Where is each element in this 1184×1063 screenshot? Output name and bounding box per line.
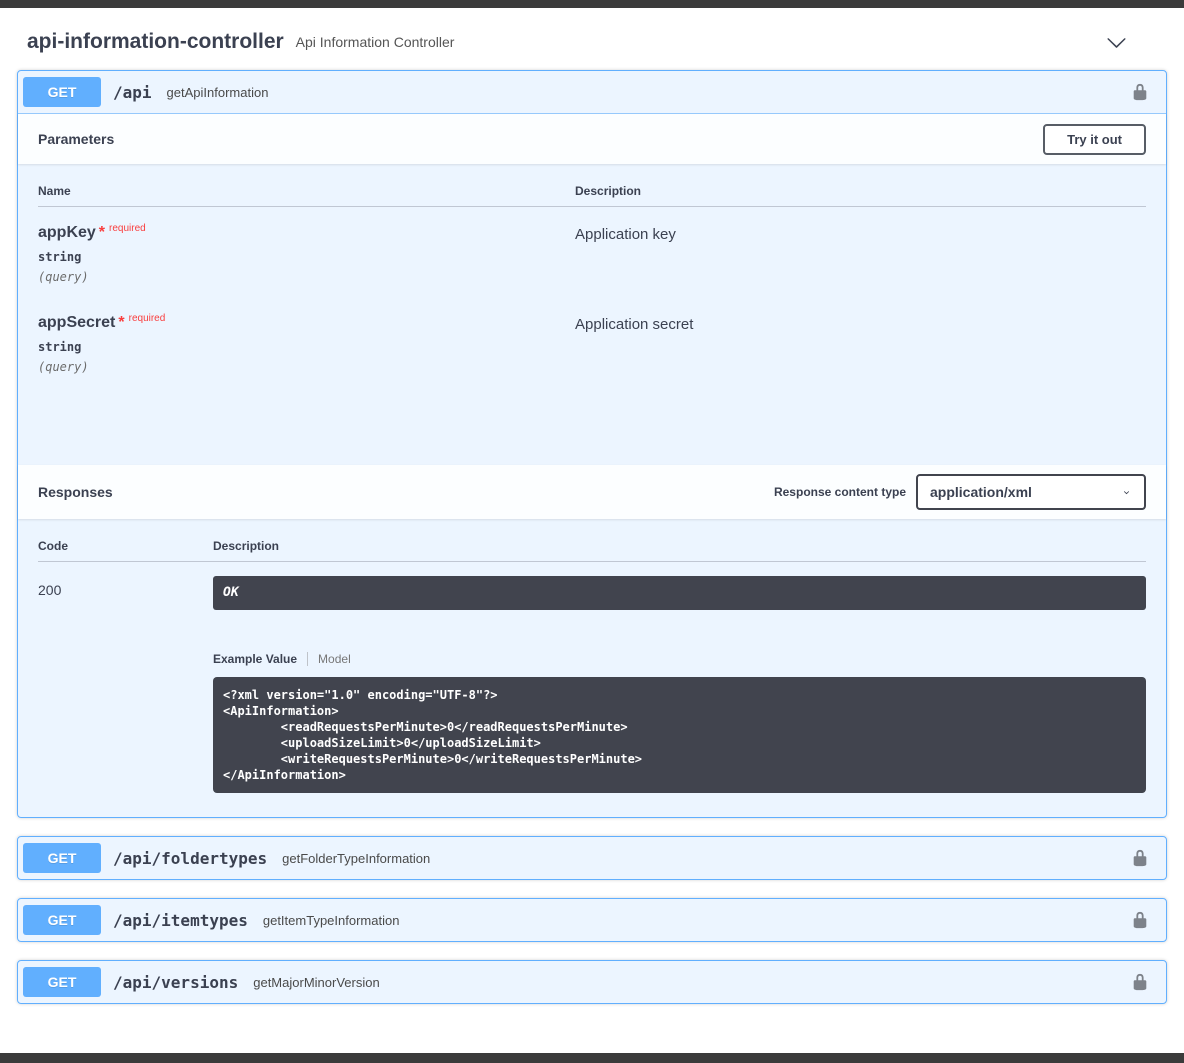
get-method-badge: GET <box>23 905 101 935</box>
response-content-type-value: application/xml <box>930 484 1032 500</box>
required-star: * <box>99 224 105 241</box>
operation-summary-itemtypes[interactable]: GET /api/itemtypes getItemTypeInformatio… <box>18 899 1166 941</box>
tab-divider <box>307 652 308 666</box>
chevron-down-icon[interactable] <box>1106 32 1127 53</box>
operation-get-api: GET /api getApiInformation Parameters Tr… <box>17 70 1167 818</box>
operation-summary-text: getFolderTypeInformation <box>282 851 430 866</box>
parameters-title: Parameters <box>38 131 1043 147</box>
response-description-cell: OK Example Value Model <?xml version="1.… <box>213 562 1146 793</box>
parameters-table: Name Description appKey* required string … <box>18 164 1166 465</box>
get-method-badge: GET <box>23 77 101 107</box>
operation-summary-foldertypes[interactable]: GET /api/foldertypes getFolderTypeInform… <box>18 837 1166 879</box>
code-line: <ApiInformation> <box>223 703 1136 719</box>
response-content-type-wrap: Response content type application/xml <box>774 474 1146 510</box>
operation-summary-text: getItemTypeInformation <box>263 913 400 928</box>
responses-title: Responses <box>38 484 774 500</box>
operation-path: /api/foldertypes <box>113 849 267 868</box>
operation-summary-api[interactable]: GET /api getApiInformation <box>18 71 1166 114</box>
example-model-tabs: Example Value Model <box>213 652 1146 666</box>
swagger-operations-container: api-information-controller Api Informati… <box>0 8 1184 1004</box>
get-method-badge: GET <box>23 843 101 873</box>
tag-name: api-information-controller <box>27 30 284 54</box>
response-code-200: 200 <box>38 562 213 793</box>
parameter-location: (query) <box>38 270 575 284</box>
lock-icon[interactable] <box>1131 83 1149 101</box>
lock-icon[interactable] <box>1131 849 1149 867</box>
parameter-row-appkey: appKey* required string (query) <box>38 207 575 297</box>
operation-summary-text: getMajorMinorVersion <box>253 975 379 990</box>
tag-header[interactable]: api-information-controller Api Informati… <box>17 8 1167 70</box>
responses-section-header: Responses Response content type applicat… <box>18 465 1166 519</box>
parameter-description: Application secret <box>575 297 1146 387</box>
param-description-header: Description <box>575 172 1146 207</box>
operation-summary-text: getApiInformation <box>167 85 269 100</box>
parameter-description: Application key <box>575 207 1146 297</box>
operation-path: /api/itemtypes <box>113 911 248 930</box>
code-line: <uploadSizeLimit>0</uploadSizeLimit> <box>223 735 1136 751</box>
operation-summary-versions[interactable]: GET /api/versions getMajorMinorVersion <box>18 961 1166 1003</box>
code-line: <readRequestsPerMinute>0</readRequestsPe… <box>223 719 1136 735</box>
get-method-badge: GET <box>23 967 101 997</box>
response-code-header: Code <box>38 527 213 562</box>
example-value-code-block: <?xml version="1.0" encoding="UTF-8"?> <… <box>213 677 1146 793</box>
parameter-type: string <box>38 340 575 354</box>
tab-model[interactable]: Model <box>318 652 351 666</box>
parameter-name: appKey <box>38 224 96 241</box>
response-description-header: Description <box>213 527 1146 562</box>
response-content-type-label: Response content type <box>774 485 906 499</box>
param-name-header: Name <box>38 172 575 207</box>
operation-get-api-versions: GET /api/versions getMajorMinorVersion <box>17 960 1167 1004</box>
operation-body: Parameters Try it out Name Description a… <box>18 114 1166 817</box>
lock-icon[interactable] <box>1131 973 1149 991</box>
code-line: </ApiInformation> <box>223 767 1136 783</box>
response-content-type-select[interactable]: application/xml <box>916 474 1146 510</box>
parameter-location: (query) <box>38 360 575 374</box>
parameter-type: string <box>38 250 575 264</box>
operation-get-api-itemtypes: GET /api/itemtypes getItemTypeInformatio… <box>17 898 1167 942</box>
operation-path: /api <box>113 83 152 102</box>
tab-example-value[interactable]: Example Value <box>213 652 297 666</box>
bottom-dark-bar <box>0 1053 1184 1063</box>
responses-table: Code Description 200 OK Example Value Mo… <box>18 519 1166 817</box>
top-dark-bar <box>0 0 1184 8</box>
operation-get-api-foldertypes: GET /api/foldertypes getFolderTypeInform… <box>17 836 1167 880</box>
operation-path: /api/versions <box>113 973 238 992</box>
parameter-name: appSecret <box>38 314 115 331</box>
chevron-down-icon <box>1121 487 1132 498</box>
required-label: required <box>129 313 166 324</box>
try-it-out-button[interactable]: Try it out <box>1043 124 1146 155</box>
required-star: * <box>118 314 124 331</box>
required-label: required <box>109 223 146 234</box>
lock-icon[interactable] <box>1131 911 1149 929</box>
response-description-text: OK <box>213 576 1146 610</box>
parameter-row-appsecret: appSecret* required string (query) <box>38 297 575 387</box>
code-line: <writeRequestsPerMinute>0</writeRequests… <box>223 751 1136 767</box>
parameters-section-header: Parameters Try it out <box>18 114 1166 164</box>
tag-description: Api Information Controller <box>296 34 455 50</box>
code-line: <?xml version="1.0" encoding="UTF-8"?> <box>223 687 1136 703</box>
